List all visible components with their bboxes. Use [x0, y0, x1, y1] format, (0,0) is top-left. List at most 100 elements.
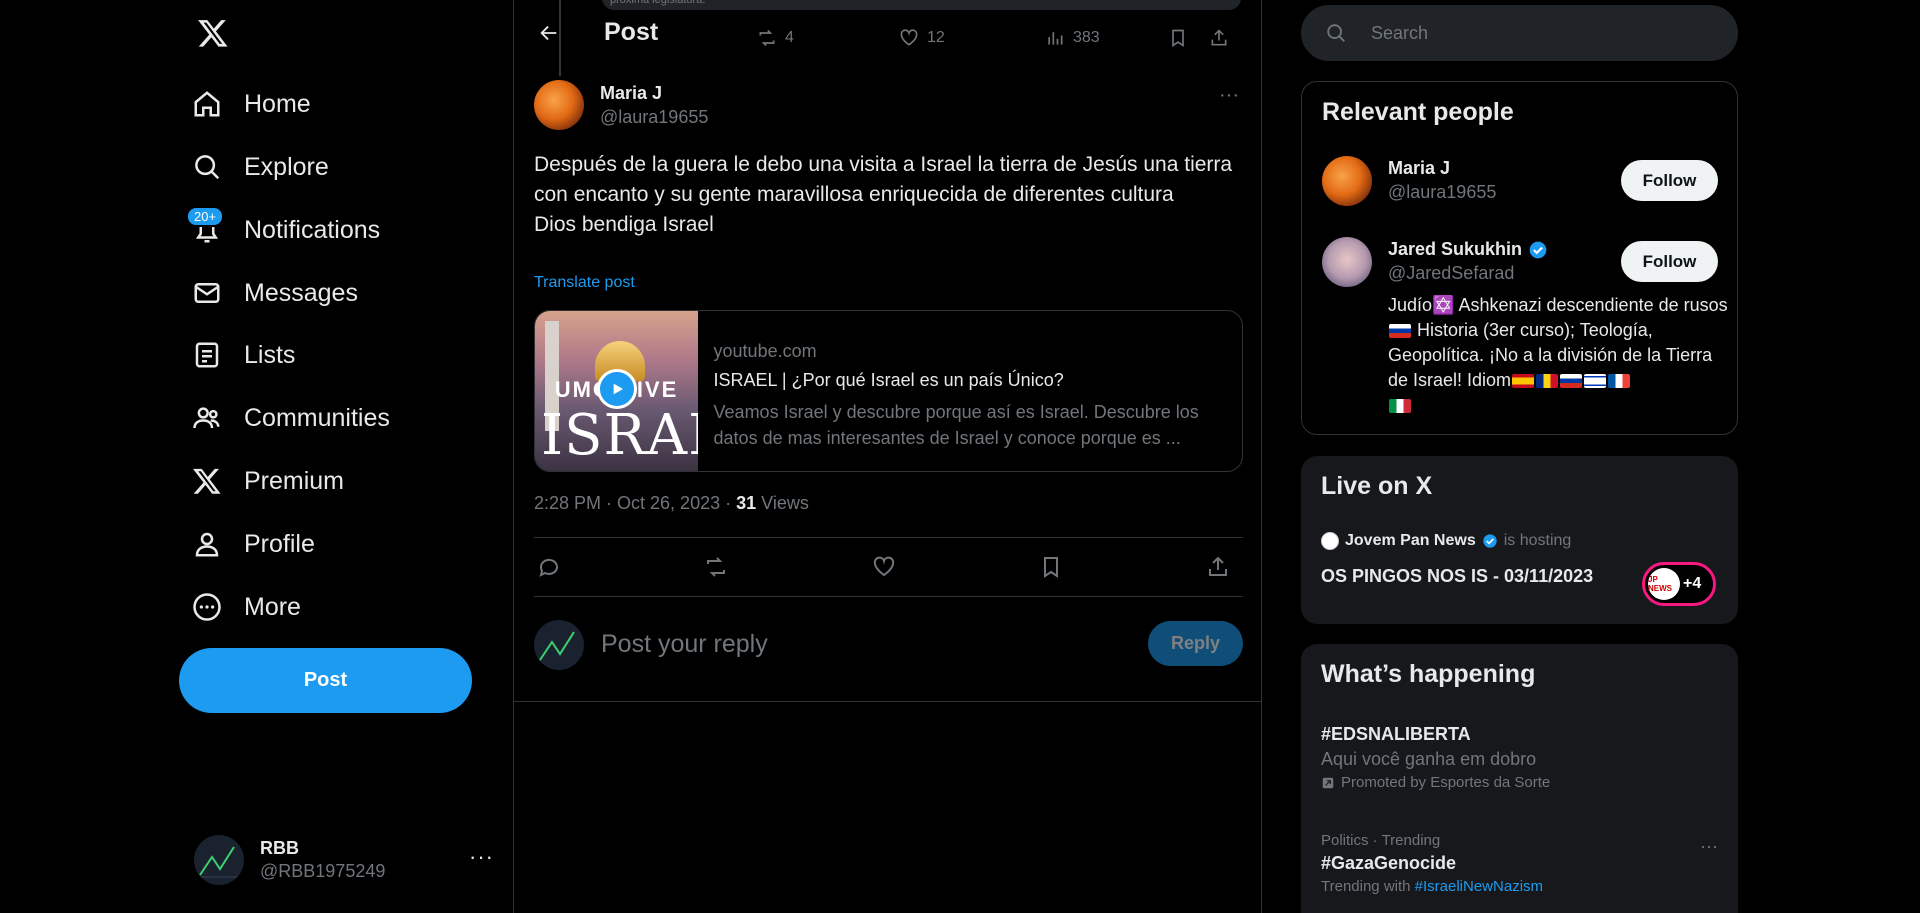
x-logo-icon[interactable]	[192, 12, 234, 54]
previous-post-actions: próxima legislatura. 4 12 383	[602, 0, 1241, 66]
nav-lists[interactable]: Lists	[192, 329, 305, 381]
more-circle-icon	[193, 593, 221, 621]
nav-messages-label: Messages	[244, 278, 358, 307]
person-name-row[interactable]: Jared Sukukhin	[1388, 239, 1548, 260]
trend-title: #EDSNALIBERTA	[1321, 724, 1471, 744]
heart-icon[interactable]	[869, 552, 899, 582]
trend-context: Politics · Trending	[1321, 832, 1441, 849]
reply-icon[interactable]	[534, 552, 564, 582]
link-card[interactable]: UMO VIVE ISRAEL youtube.com ISRAEL | ¿Po…	[534, 310, 1243, 472]
reply-input[interactable]: Post your reply	[601, 630, 768, 659]
previous-share[interactable]	[1209, 28, 1229, 48]
post-meta: 2:28 PM · Oct 26, 2023 · 31 Views	[534, 493, 809, 514]
author-name[interactable]: Maria J	[600, 83, 708, 104]
post-timestamp[interactable]: 2:28 PM · Oct 26, 2023 ·	[534, 493, 736, 513]
bookmark-icon[interactable]	[1036, 552, 1066, 582]
trend-subtitle: Aqui você ganha em dobro	[1321, 749, 1537, 769]
trending-with-tag[interactable]: #IsraeliNewNazism	[1415, 878, 1543, 895]
flag-icon	[1560, 374, 1583, 389]
person-name[interactable]: Maria J	[1388, 158, 1450, 179]
promoted-icon	[1322, 777, 1334, 788]
post-text: Después de la guera le debo una visita a…	[534, 153, 1233, 236]
list-icon	[195, 342, 219, 368]
card-thumbnail: UMO VIVE ISRAEL	[535, 311, 698, 471]
home-icon	[194, 91, 220, 117]
back-arrow-icon[interactable]	[534, 18, 564, 48]
previous-like[interactable]: 12	[899, 28, 945, 48]
relevant-people-panel: Relevant people Maria J @laura19655 Foll…	[1301, 81, 1738, 435]
avatar	[194, 835, 244, 885]
flag-icon	[1608, 374, 1631, 389]
avatar[interactable]	[1322, 237, 1372, 287]
participant-count: +4	[1683, 575, 1702, 592]
share-icon	[1211, 29, 1227, 46]
author-handle[interactable]: @laura19655	[600, 107, 708, 128]
search-input[interactable]: Search	[1301, 5, 1738, 61]
follow-button[interactable]: Follow	[1621, 160, 1718, 201]
space-participants[interactable]: JP NEWS +4	[1642, 562, 1716, 606]
previous-post-strip: próxima legislatura.	[602, 0, 1241, 10]
trend-item[interactable]: #EDSNALIBERTA Aqui você ganha em dobro P…	[1321, 724, 1550, 791]
retweet-icon	[759, 29, 775, 47]
space-title[interactable]: OS PINGOS NOS IS - 03/11/2023	[1321, 566, 1593, 587]
x-logo-icon	[193, 468, 221, 494]
trend-promo: Promoted by Esportes da Sorte	[1321, 774, 1550, 791]
whats-happening-panel: What’s happening #EDSNALIBERTA Aqui você…	[1301, 644, 1738, 913]
nav-lists-label: Lists	[244, 340, 296, 369]
search-icon	[1327, 24, 1345, 42]
post-views-label: Views	[756, 493, 809, 513]
follow-button[interactable]: Follow	[1621, 241, 1718, 282]
person-handle: @JaredSefarad	[1388, 263, 1515, 283]
card-title: ISRAEL | ¿Por qué Israel es un país Únic…	[713, 370, 1064, 390]
compose-post-button[interactable]: Post	[179, 648, 472, 713]
bio-part-1: Judío✡️ Ashkenazi descendiente de rusos	[1388, 295, 1728, 315]
nav-communities[interactable]: Communities	[192, 392, 400, 444]
trend-title: #GazaGenocide	[1321, 853, 1457, 873]
person-handle: @laura19655	[1388, 182, 1497, 202]
host-suffix: is hosting	[1503, 532, 1572, 549]
author-avatar[interactable]	[534, 80, 584, 130]
flag-icon	[1389, 324, 1411, 339]
flag-icon	[1536, 374, 1559, 389]
notifications-badge: 20+	[186, 206, 225, 227]
nav-home[interactable]: Home	[192, 78, 321, 130]
reply-button[interactable]: Reply	[1148, 621, 1243, 666]
participant-avatar: JP NEWS	[1648, 568, 1680, 600]
whats-happening-title: What’s happening	[1321, 660, 1536, 688]
person-name: Jared Sukukhin	[1388, 239, 1523, 259]
previous-like-count: 12	[927, 29, 945, 46]
previous-retweet[interactable]: 4	[757, 28, 794, 48]
people-icon	[193, 407, 220, 429]
nav-more[interactable]: More	[192, 581, 311, 633]
post-author[interactable]: Maria J @laura19655	[534, 80, 708, 130]
nav-explore[interactable]: Explore	[192, 141, 339, 193]
translate-post-link[interactable]: Translate post	[534, 274, 635, 292]
share-icon[interactable]	[1203, 552, 1233, 582]
avatar[interactable]	[1322, 156, 1372, 206]
trend-item[interactable]: Politics · Trending #GazaGenocide Trendi…	[1321, 832, 1543, 895]
retweet-icon[interactable]	[701, 552, 731, 582]
previous-views[interactable]: 383	[1045, 28, 1100, 48]
verified-badge-icon	[1483, 534, 1497, 548]
person-icon	[195, 532, 219, 557]
search-icon	[195, 155, 220, 180]
account-name: RBB	[260, 838, 299, 858]
search-placeholder: Search	[1371, 22, 1429, 43]
post-more-icon[interactable]: ···	[1219, 84, 1239, 107]
nav-premium[interactable]: Premium	[192, 455, 354, 507]
trend-more-icon[interactable]: ···	[1700, 836, 1718, 857]
nav-notifications-label: Notifications	[244, 215, 381, 244]
divider	[514, 701, 1261, 702]
live-title: Live on X	[1321, 472, 1433, 500]
previous-bookmark[interactable]	[1168, 28, 1188, 48]
live-panel[interactable]: Live on X Jovem Pan News is hosting OS P…	[1301, 456, 1738, 624]
host-avatar	[1321, 532, 1339, 550]
play-icon[interactable]	[597, 369, 637, 409]
nav-notifications[interactable]: 20+ Notifications	[186, 204, 390, 256]
host-name: Jovem Pan News	[1345, 532, 1476, 549]
account-switcher[interactable]: RBB @RBB1975249 ···	[194, 830, 494, 890]
nav-messages[interactable]: Messages	[192, 267, 368, 319]
account-more-icon[interactable]: ···	[469, 844, 494, 870]
nav-profile[interactable]: Profile	[192, 518, 325, 570]
post-views-count: 31	[736, 493, 757, 513]
